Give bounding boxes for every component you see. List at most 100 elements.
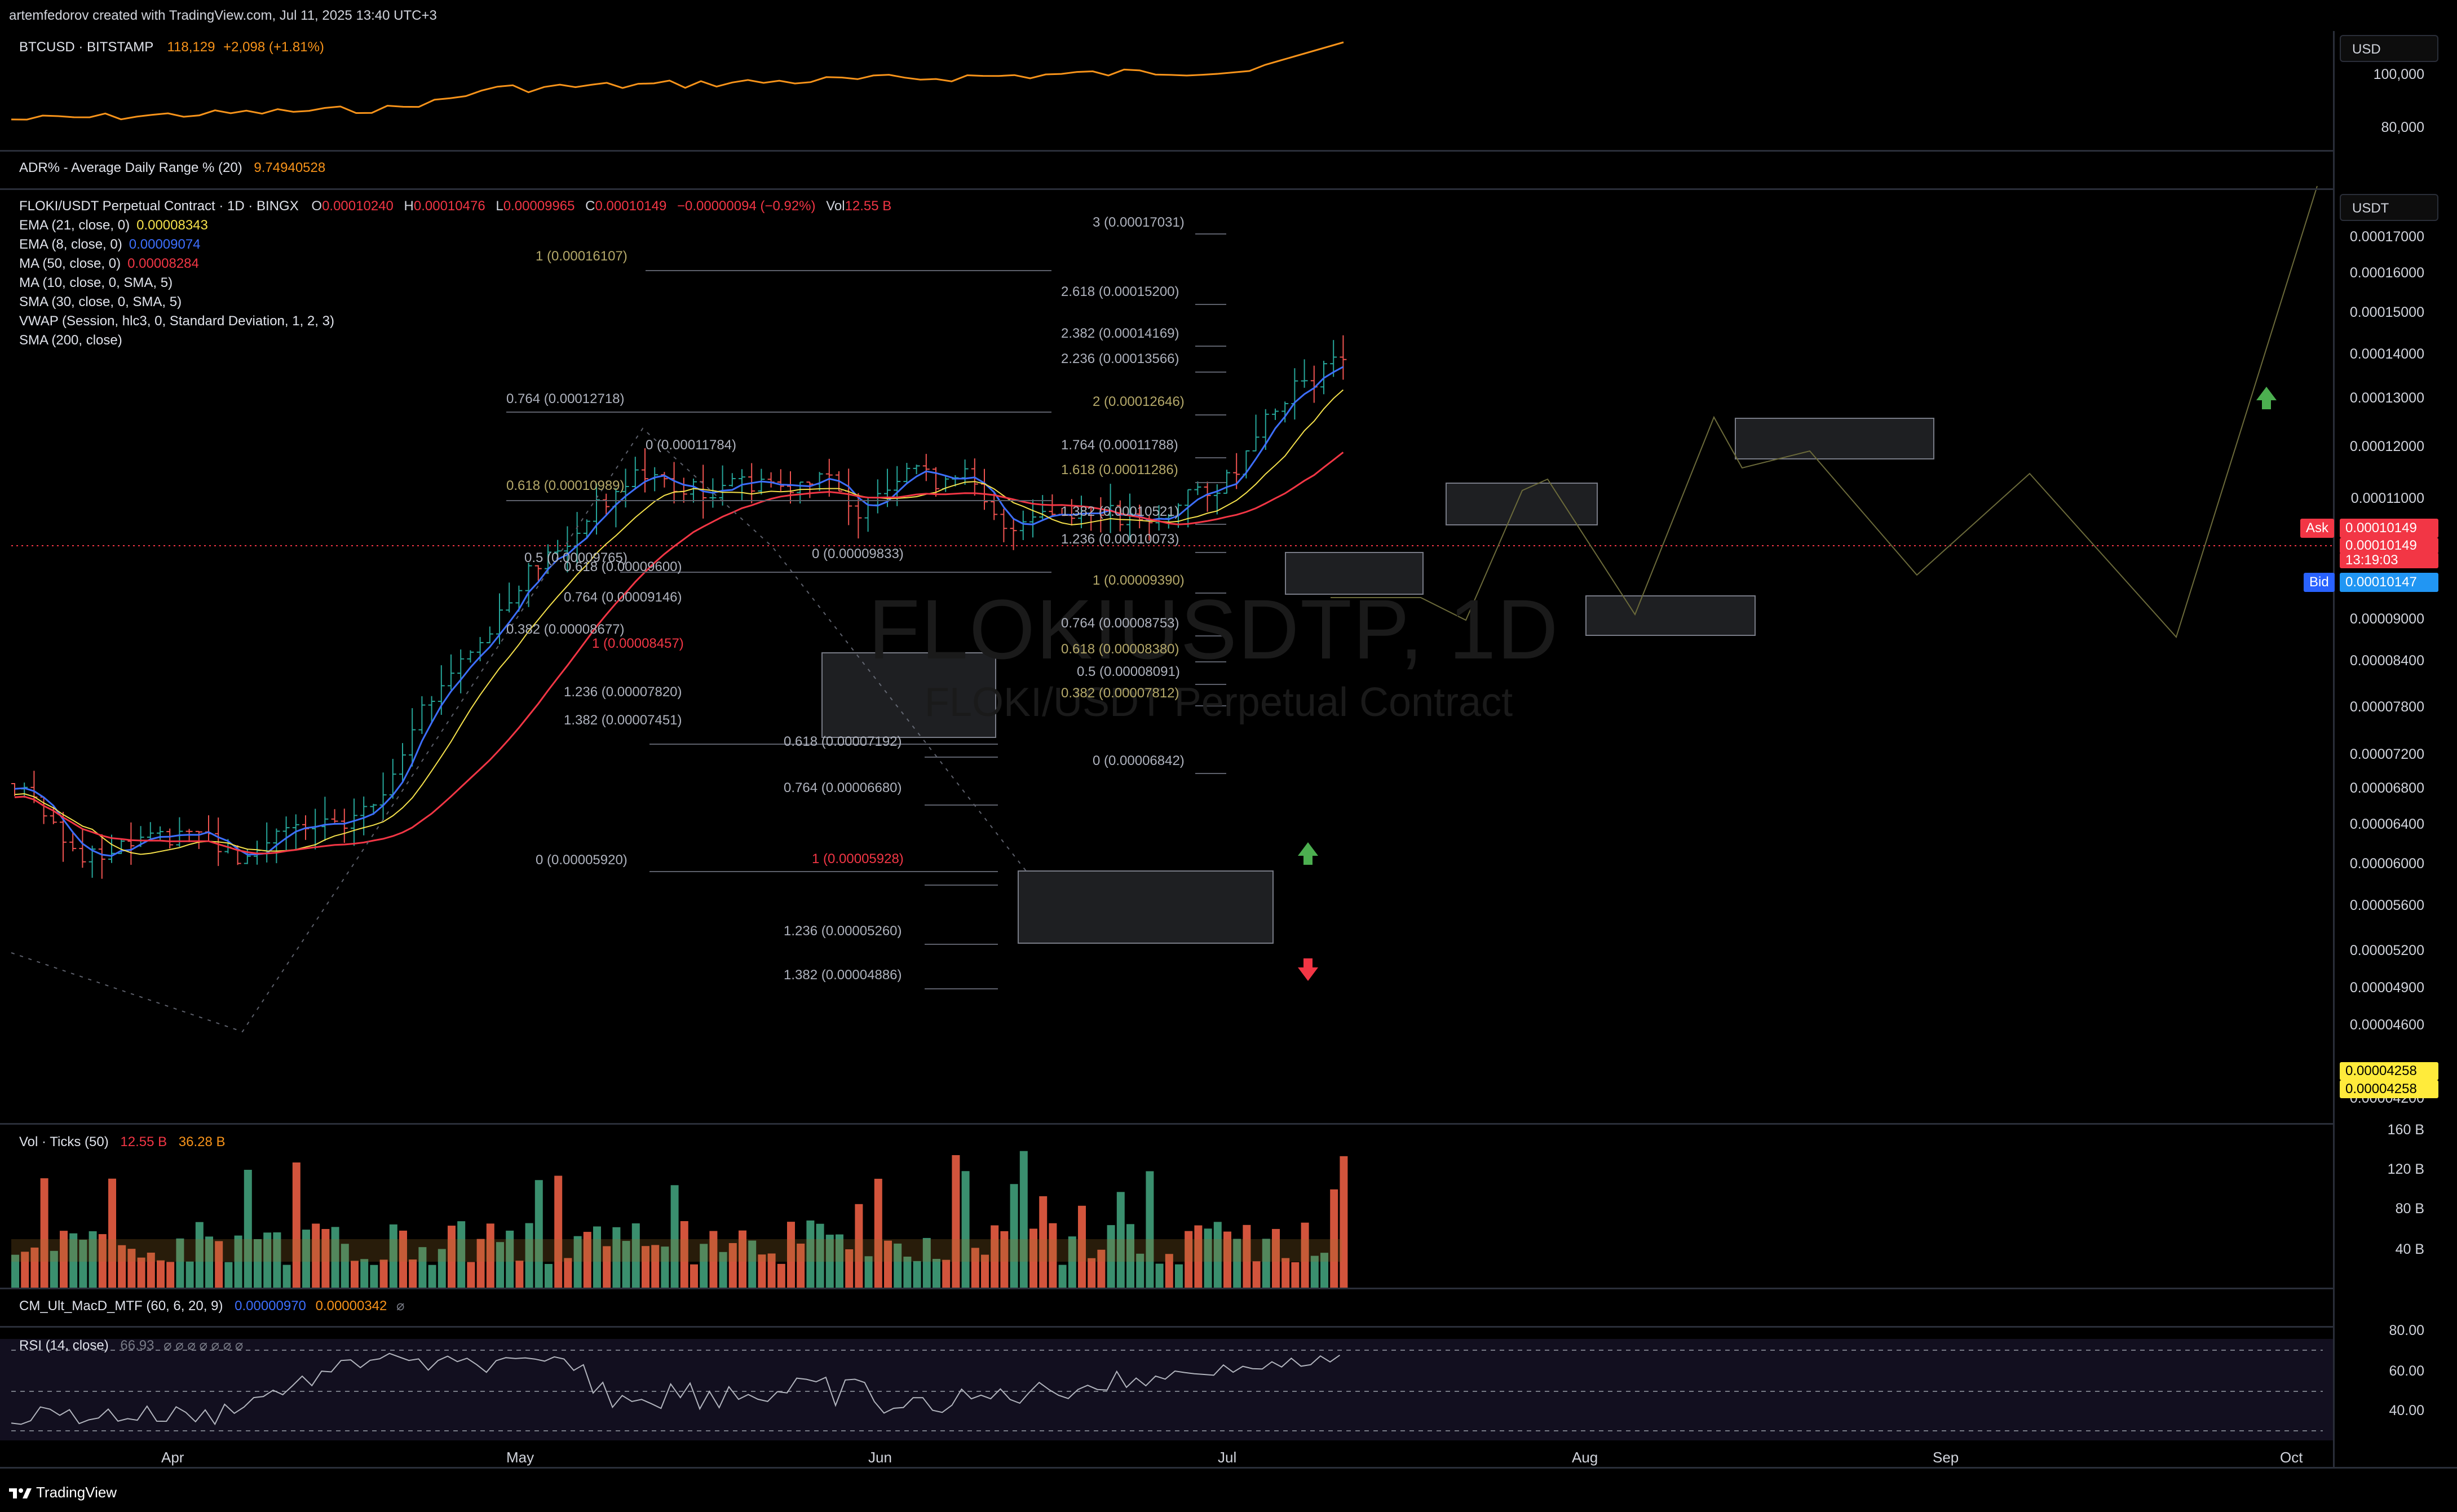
volume-bar — [351, 1261, 359, 1288]
main-currency-button[interactable]: USDT — [2340, 194, 2438, 221]
fib-level-label: 2.236 (0.00013566) — [1061, 351, 1179, 366]
indicator-legend-item[interactable]: MA (50, close, 0) 0.00008284 — [19, 256, 199, 272]
volume-bar — [690, 1264, 698, 1288]
volume-axis-label: 40 B — [2395, 1241, 2424, 1257]
volume-bar — [564, 1258, 572, 1288]
pane-separator[interactable] — [0, 188, 2333, 190]
price-axis-label: 0.00011000 — [2350, 490, 2424, 506]
rsi-axis-label: 60.00 — [2389, 1363, 2424, 1379]
indicator-legend-item[interactable]: VWAP (Session, hlc3, 0, Standard Deviati… — [19, 313, 334, 329]
price-axis-label: 0.00006000 — [2349, 856, 2424, 872]
fib-level-label: 1 (0.00008457) — [592, 636, 684, 651]
fib-level-label: 0.764 (0.00009146) — [564, 590, 682, 605]
fib-level-label: 0.382 (0.00007812) — [1061, 686, 1179, 701]
pane-separator[interactable] — [0, 1288, 2333, 1289]
price-axis-label: 0.00017000 — [2349, 229, 2424, 245]
fib-level-label: 1.382 (0.00007451) — [564, 713, 682, 728]
macd-legend: CM_Ult_MacD_MTF (60, 6, 20, 9) 0.0000097… — [19, 1298, 405, 1314]
volume-bar — [40, 1178, 48, 1288]
volume-bar — [224, 1262, 233, 1288]
price-axis-label: 0.00016000 — [2349, 265, 2424, 281]
volume-bar — [108, 1178, 116, 1288]
price-axis-label: 0.00007800 — [2349, 699, 2424, 715]
tradingview-logo-icon — [9, 1488, 32, 1498]
btc-symbol[interactable]: BTCUSD · BITSTAMP — [19, 39, 153, 55]
price-axis-label: 0.00005200 — [2349, 943, 2424, 958]
indicator-legend-item[interactable]: SMA (30, close, 0, SMA, 5) — [19, 294, 182, 310]
low-price-tag: 0.00004258 — [2340, 1062, 2438, 1080]
arrow-down-icon — [1298, 958, 1318, 981]
price-axis-label: 0.00008400 — [2349, 653, 2424, 669]
btc-axis-label: 100,000 — [2373, 67, 2424, 82]
macd-signal-value: 0.00000342 — [315, 1298, 387, 1314]
rsi-label[interactable]: RSI (14, close) — [19, 1338, 109, 1353]
indicator-legend-item[interactable]: SMA (200, close) — [19, 333, 122, 348]
volume-bar — [292, 1162, 301, 1288]
indicator-name: VWAP (Session, hlc3, 0, Standard Deviati… — [19, 313, 334, 329]
volume-bar — [137, 1257, 145, 1288]
volume-bar — [1088, 1258, 1096, 1288]
indicator-legend-item[interactable]: MA (10, close, 0, SMA, 5) — [19, 275, 173, 291]
time-axis-label: Sep — [1933, 1449, 1959, 1466]
projection-path — [1331, 185, 2318, 638]
fib-level-label: 0.618 (0.00008380) — [1061, 642, 1179, 657]
adr-label[interactable]: ADR% - Average Daily Range % (20) — [19, 160, 242, 175]
volume-bar — [379, 1259, 388, 1288]
fib-level-label: 1.236 (0.00010073) — [1061, 532, 1179, 547]
time-axis-label: Jun — [868, 1449, 892, 1466]
chart-canvas[interactable] — [0, 0, 2457, 1512]
macd-value: 0.00000970 — [235, 1298, 306, 1314]
ohlc-high: H0.00010476 — [404, 198, 485, 214]
volume-bar — [1146, 1171, 1154, 1288]
pane-separator[interactable] — [0, 150, 2333, 152]
fib-level-label: 2.382 (0.00014169) — [1061, 326, 1179, 341]
pane-separator — [0, 1467, 2457, 1469]
pane-separator[interactable] — [0, 1123, 2333, 1125]
indicator-legend-item[interactable]: EMA (8, close, 0) 0.00009074 — [19, 237, 201, 253]
btc-currency-button[interactable]: USD — [2340, 35, 2438, 62]
fib-level-label: 1.236 (0.00007820) — [564, 684, 682, 700]
btc-axis-label: 80,000 — [2381, 120, 2424, 135]
volume-ma-value: 36.28 B — [178, 1134, 226, 1150]
symbol-title[interactable]: FLOKI/USDT Perpetual Contract · 1D · BIN… — [19, 198, 299, 214]
macd-label[interactable]: CM_Ult_MacD_MTF (60, 6, 20, 9) — [19, 1298, 223, 1314]
low-price-tag: 0.00004258 — [2340, 1080, 2438, 1098]
ohlc-close: C0.00010149 — [585, 198, 667, 214]
ohlc-low: L0.00009965 — [496, 198, 575, 214]
macd-extra: ⌀ — [396, 1298, 405, 1314]
tradingview-branding[interactable]: TradingView — [9, 1484, 117, 1501]
volume-bar — [157, 1260, 165, 1288]
bid-price-tag: 0.00010147 — [2340, 573, 2438, 592]
watermark-name: FLOKI/USDT Perpetual Contract — [925, 680, 1513, 725]
volume-bar — [1330, 1189, 1338, 1288]
price-axis-label: 0.00013000 — [2349, 390, 2424, 406]
volume-label[interactable]: Vol · Ticks (50) — [19, 1134, 109, 1150]
time-axis-label: Apr — [161, 1449, 184, 1466]
price-axis-label: 0.00015000 — [2349, 304, 2424, 320]
price-axis-label: 0.00009000 — [2349, 611, 2424, 627]
time-axis-label: Aug — [1572, 1449, 1598, 1466]
indicator-legend-item[interactable]: EMA (21, close, 0) 0.00008343 — [19, 218, 208, 233]
fib-level-label: 0.618 (0.00010989) — [506, 478, 625, 493]
fib-level-label: 2 (0.00012646) — [1093, 394, 1185, 409]
fib-level-label: 0 (0.00009833) — [812, 546, 904, 562]
volume-bar — [874, 1178, 882, 1288]
zone-rectangle — [1446, 483, 1598, 525]
ohlc-volume: Vol12.55 B — [826, 198, 892, 214]
volume-axis-label: 120 B — [2387, 1161, 2424, 1177]
indicator-value: 0.00008343 — [136, 218, 208, 233]
fib-level-label: 0 (0.00005920) — [536, 852, 627, 868]
indicator-value: 0.00009074 — [129, 237, 201, 252]
ohlc-open: O0.00010240 — [311, 198, 394, 214]
volume-bar — [1340, 1156, 1348, 1288]
volume-bar — [1291, 1262, 1300, 1288]
zone-rectangle — [1735, 418, 1934, 459]
pane-separator[interactable] — [0, 1326, 2333, 1328]
fib-level-label: 1.382 (0.00004886) — [784, 967, 902, 983]
fib-level-label: 1 (0.00005928) — [812, 851, 904, 866]
adr-value: 9.74940528 — [254, 160, 326, 175]
indicator-name: MA (10, close, 0, SMA, 5) — [19, 275, 173, 290]
fib-level-label: 0 (0.00006842) — [1093, 753, 1185, 768]
volume-bar — [428, 1265, 436, 1288]
price-axis-label: 0.00014000 — [2349, 346, 2424, 362]
